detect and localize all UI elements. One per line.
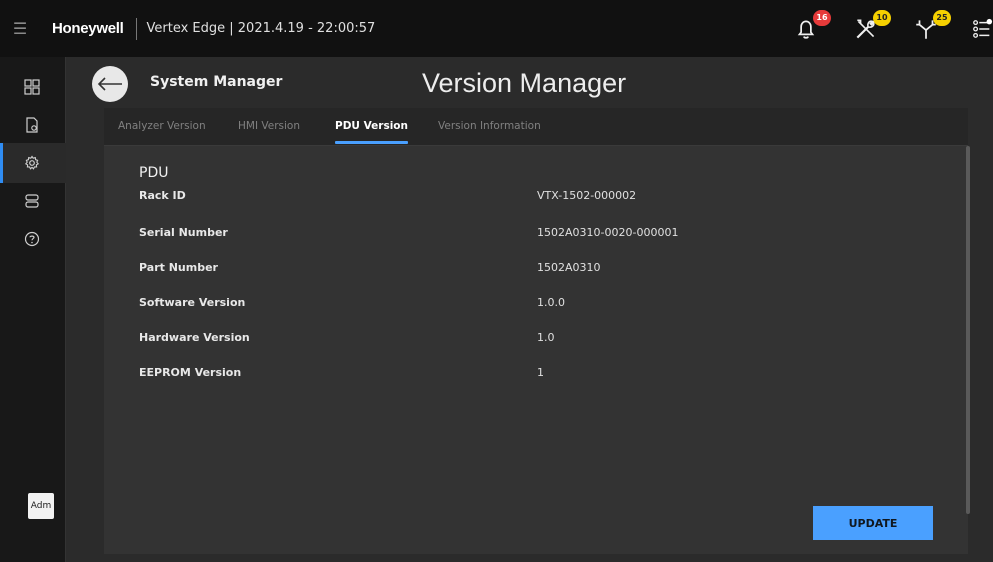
rack-id-value: VTX-1502-000002	[537, 189, 637, 202]
network-alert-count: 25	[933, 9, 951, 26]
eeprom-version-label: EEPROM Version	[139, 366, 242, 379]
nav-documents[interactable]	[0, 105, 66, 145]
tools-alert-count: 10	[873, 9, 891, 26]
serial-number-label: Serial Number	[139, 226, 228, 239]
list-settings-button[interactable]	[971, 14, 993, 44]
eeprom-version-value: 1	[537, 366, 544, 379]
list-settings-icon	[973, 18, 993, 38]
dashboard-icon	[24, 79, 40, 95]
alert-icons: 16 10 25	[791, 0, 993, 57]
bell-alert-count: 16	[813, 9, 831, 26]
part-number-label: Part Number	[139, 261, 218, 274]
part-number-value: 1502A0310	[537, 261, 601, 274]
document-icon	[26, 117, 38, 133]
serial-number-value: 1502A0310-0020-000001	[537, 226, 679, 239]
update-button[interactable]: UPDATE	[813, 506, 933, 540]
title-separator	[135, 17, 137, 40]
settings-icon	[24, 155, 40, 170]
pdu-info-panel	[104, 146, 968, 554]
left-nav: Adm	[0, 57, 66, 562]
scrollbar[interactable]	[966, 146, 970, 514]
tab-hmi-version[interactable]: HMI Version	[238, 120, 300, 132]
bell-alerts-button[interactable]: 16	[791, 9, 831, 44]
hardware-version-label: Hardware Version	[139, 331, 250, 344]
tab-analyzer-version[interactable]: Analyzer Version	[118, 120, 206, 132]
nav-hardware[interactable]	[0, 181, 66, 221]
app-title: Vertex Edge | 2021.4.19 - 22:00:57	[146, 21, 376, 36]
hardware-icon	[25, 194, 39, 208]
software-version-value: 1.0.0	[537, 296, 565, 309]
software-version-label: Software Version	[139, 296, 246, 309]
nav-help[interactable]	[0, 219, 66, 259]
help-icon	[24, 231, 40, 247]
version-tabs: Analyzer Version HMI Version PDU Version…	[104, 108, 968, 146]
nav-settings[interactable]	[0, 143, 66, 183]
section-title: System Manager	[150, 74, 283, 90]
back-button[interactable]	[92, 66, 128, 102]
network-alerts-button[interactable]: 25	[911, 9, 951, 44]
nav-dashboard[interactable]	[0, 67, 66, 107]
page-title: Version Manager	[422, 68, 627, 98]
pdu-heading: PDU	[139, 165, 169, 181]
user-avatar[interactable]: Adm	[28, 493, 54, 519]
rack-id-label: Rack ID	[139, 189, 186, 202]
top-bar: ☰ Honeywell Vertex Edge | 2021.4.19 - 22…	[0, 0, 993, 57]
brand-logo: Honeywell	[52, 20, 124, 37]
tab-pdu-version[interactable]: PDU Version	[335, 120, 408, 132]
hamburger-menu-icon[interactable]: ☰	[0, 0, 40, 57]
active-tab-indicator	[335, 141, 408, 144]
back-arrow-icon	[97, 77, 122, 91]
tools-alerts-button[interactable]: 10	[851, 9, 891, 44]
tab-version-information[interactable]: Version Information	[438, 120, 541, 132]
hardware-version-value: 1.0	[537, 331, 555, 344]
